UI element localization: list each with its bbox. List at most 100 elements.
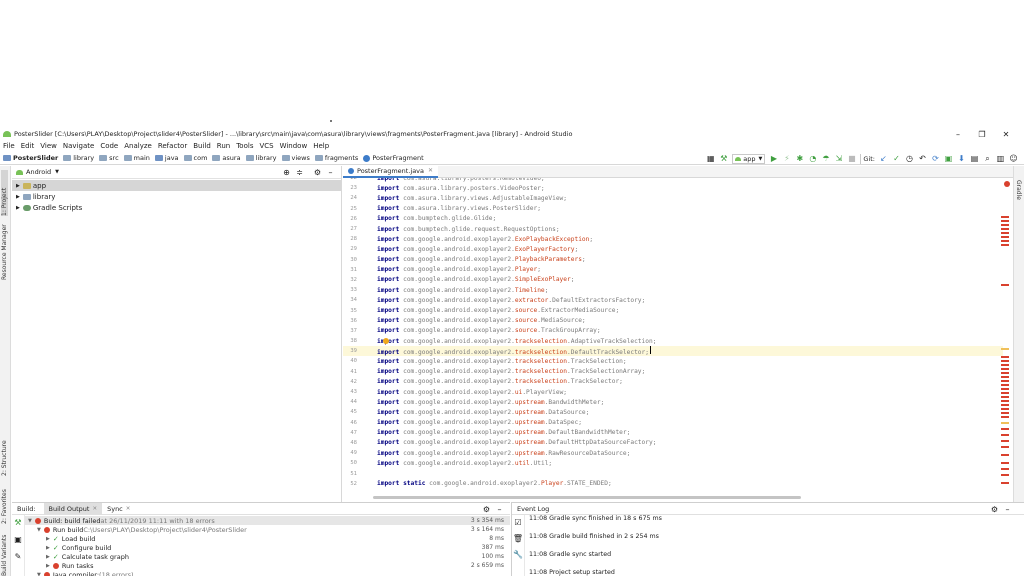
line-number[interactable]: 52 bbox=[343, 481, 357, 487]
line-number[interactable]: 39 bbox=[343, 348, 357, 354]
error-stripe-mark[interactable] bbox=[1001, 368, 1009, 370]
error-indicator-icon[interactable] bbox=[1004, 181, 1010, 187]
breadcrumb-library-pkg[interactable]: library bbox=[245, 154, 277, 162]
error-stripe-mark[interactable] bbox=[1001, 454, 1009, 456]
build-tree-row[interactable]: ▶ Run tasks 2 s 659 ms bbox=[25, 561, 510, 570]
chevron-right-icon[interactable]: ▶ bbox=[16, 194, 20, 200]
gradle-tool-tab[interactable]: Gradle bbox=[1015, 180, 1022, 202]
line-number[interactable]: 51 bbox=[343, 471, 357, 477]
build-tree-row[interactable]: ▶ ✓ Load build 8 ms bbox=[25, 534, 510, 543]
breadcrumb-main[interactable]: main bbox=[123, 154, 150, 162]
error-stripe-mark[interactable] bbox=[1001, 356, 1009, 358]
code-line[interactable]: 49 import com.google.android.exoplayer2.u… bbox=[343, 448, 1003, 458]
code-view[interactable]: 22 import com.asura.library.posters.Remot… bbox=[343, 178, 1013, 500]
code-line[interactable]: 35 import com.google.android.exoplayer2.s… bbox=[343, 305, 1003, 315]
menu-code[interactable]: Code bbox=[100, 142, 118, 150]
build-tree-row[interactable]: ▼ Build: build failed at 26/11/2019 11:11… bbox=[25, 516, 510, 525]
error-stripe-mark[interactable] bbox=[1001, 482, 1009, 484]
line-number[interactable]: 32 bbox=[343, 277, 357, 283]
close-icon[interactable]: ✕ bbox=[126, 506, 131, 512]
toggle-view-icon[interactable]: ▣ bbox=[13, 534, 24, 545]
chevron-down-icon[interactable]: ▼ bbox=[55, 169, 59, 175]
code-line[interactable]: 50 import com.google.android.exoplayer2.u… bbox=[343, 458, 1003, 468]
code-line[interactable]: 47 import com.google.android.exoplayer2.u… bbox=[343, 428, 1003, 438]
project-tool-tab[interactable]: 1: Project bbox=[1, 170, 8, 216]
chevron-icon[interactable]: ▶ bbox=[46, 545, 50, 551]
build-tree-row[interactable]: ▼ Run build C:\Users\PLAY\Desktop\Project… bbox=[25, 525, 510, 534]
attach-debugger-icon[interactable]: ⇲ bbox=[833, 153, 844, 164]
code-line[interactable]: 30 import com.google.android.exoplayer2.P… bbox=[343, 255, 1003, 265]
horizontal-scrollbar[interactable] bbox=[373, 496, 801, 499]
code-line[interactable]: 24 import com.asura.library.views.Adjusta… bbox=[343, 193, 1003, 203]
tab-sync[interactable]: Sync ✕ bbox=[102, 503, 135, 515]
gear-icon[interactable]: ⚙ bbox=[481, 504, 492, 515]
code-line[interactable]: 34 import com.google.android.exoplayer2.e… bbox=[343, 295, 1003, 305]
breadcrumb-java[interactable]: java bbox=[154, 154, 179, 162]
chevron-icon[interactable]: ▶ bbox=[46, 563, 50, 569]
chevron-icon[interactable]: ▼ bbox=[28, 518, 32, 524]
project-view-mode[interactable]: Android bbox=[26, 168, 51, 176]
error-stripe-mark[interactable] bbox=[1001, 404, 1009, 406]
error-stripe-mark[interactable] bbox=[1001, 400, 1009, 402]
breadcrumb-src[interactable]: src bbox=[99, 154, 119, 162]
wrench-icon[interactable]: 🔧 bbox=[513, 549, 524, 560]
close-icon[interactable]: ✕ bbox=[92, 506, 97, 512]
git-rollback-icon[interactable]: ↶ bbox=[917, 153, 928, 164]
menu-vcs[interactable]: VCS bbox=[259, 142, 273, 150]
error-stripe-mark[interactable] bbox=[1001, 216, 1009, 218]
code-line[interactable]: 33 import com.google.android.exoplayer2.T… bbox=[343, 285, 1003, 295]
chevron-right-icon[interactable]: ▶ bbox=[16, 183, 20, 189]
line-number[interactable]: 41 bbox=[343, 369, 357, 375]
code-line[interactable]: 26 import com.bumptech.glide.Glide; bbox=[343, 214, 1003, 224]
line-number[interactable]: 43 bbox=[343, 389, 357, 395]
tree-item-gradle-scripts[interactable]: ▶ Gradle Scripts bbox=[12, 202, 341, 213]
chevron-icon[interactable]: ▼ bbox=[37, 572, 41, 576]
line-number[interactable]: 23 bbox=[343, 185, 357, 191]
user-icon[interactable]: ☺ bbox=[1008, 153, 1019, 164]
apply-changes-icon[interactable]: ⚡ bbox=[781, 153, 792, 164]
code-line[interactable]: 32 import com.google.android.exoplayer2.S… bbox=[343, 275, 1003, 285]
menu-run[interactable]: Run bbox=[217, 142, 230, 150]
error-stripe-mark[interactable] bbox=[1001, 224, 1009, 226]
debug-icon[interactable]: ✱ bbox=[794, 153, 805, 164]
error-stripe-mark[interactable] bbox=[1001, 396, 1009, 398]
line-number[interactable]: 49 bbox=[343, 450, 357, 456]
error-stripe-mark[interactable] bbox=[1001, 372, 1009, 374]
build-tree-row[interactable]: ▼ Java compiler: (18 errors) bbox=[25, 570, 510, 576]
breadcrumb-com[interactable]: com bbox=[183, 154, 207, 162]
hammer-icon[interactable]: ⚒ bbox=[13, 517, 24, 528]
error-stripe-mark[interactable] bbox=[1001, 468, 1009, 470]
line-number[interactable]: 48 bbox=[343, 440, 357, 446]
code-line[interactable]: 31 import com.google.android.exoplayer2.P… bbox=[343, 265, 1003, 275]
build-tree-row[interactable]: ▶ ✓ Configure build 387 ms bbox=[25, 543, 510, 552]
code-line[interactable]: 28 import com.google.android.exoplayer2.E… bbox=[343, 234, 1003, 244]
error-stripe-mark[interactable] bbox=[1001, 376, 1009, 378]
sdk-manager-icon[interactable]: ⬇ bbox=[956, 153, 967, 164]
collapse-all-icon[interactable]: ≑ bbox=[294, 167, 305, 178]
breadcrumb-posterfragment[interactable]: PosterFragment bbox=[363, 154, 424, 162]
minimize-button[interactable]: – bbox=[946, 130, 970, 139]
error-stripe-mark[interactable] bbox=[1001, 380, 1009, 382]
code-line[interactable]: 40 import com.google.android.exoplayer2.t… bbox=[343, 356, 1003, 366]
structure-tool-tab[interactable]: 2: Structure bbox=[1, 428, 8, 476]
stop-icon[interactable]: ■ bbox=[846, 153, 857, 164]
code-line[interactable]: 39 import com.google.android.exoplayer2.t… bbox=[343, 346, 1003, 357]
coverage-icon[interactable]: ☂ bbox=[820, 153, 831, 164]
error-stripe-mark[interactable] bbox=[1001, 384, 1009, 386]
close-icon[interactable]: ✕ bbox=[428, 167, 433, 174]
profile-icon[interactable]: ◔ bbox=[807, 153, 818, 164]
menu-refactor[interactable]: Refactor bbox=[158, 142, 187, 150]
error-stripe-mark[interactable] bbox=[1001, 474, 1009, 476]
error-stripe-mark[interactable] bbox=[1001, 236, 1009, 238]
favorites-tool-tab[interactable]: 2: Favorites bbox=[1, 482, 8, 524]
tree-item-app[interactable]: ▶ app bbox=[12, 180, 341, 191]
line-number[interactable]: 34 bbox=[343, 297, 357, 303]
code-line[interactable]: 41 import com.google.android.exoplayer2.t… bbox=[343, 367, 1003, 377]
line-number[interactable]: 28 bbox=[343, 236, 357, 242]
code-line[interactable]: 37 import com.google.android.exoplayer2.s… bbox=[343, 326, 1003, 336]
breadcrumb-asura[interactable]: asura bbox=[212, 154, 241, 162]
menu-view[interactable]: View bbox=[40, 142, 57, 150]
line-number[interactable]: 33 bbox=[343, 287, 357, 293]
sync-gradle-icon[interactable]: ⟳ bbox=[930, 153, 941, 164]
build-variants-tool-tab[interactable]: Build Variants bbox=[1, 532, 8, 576]
